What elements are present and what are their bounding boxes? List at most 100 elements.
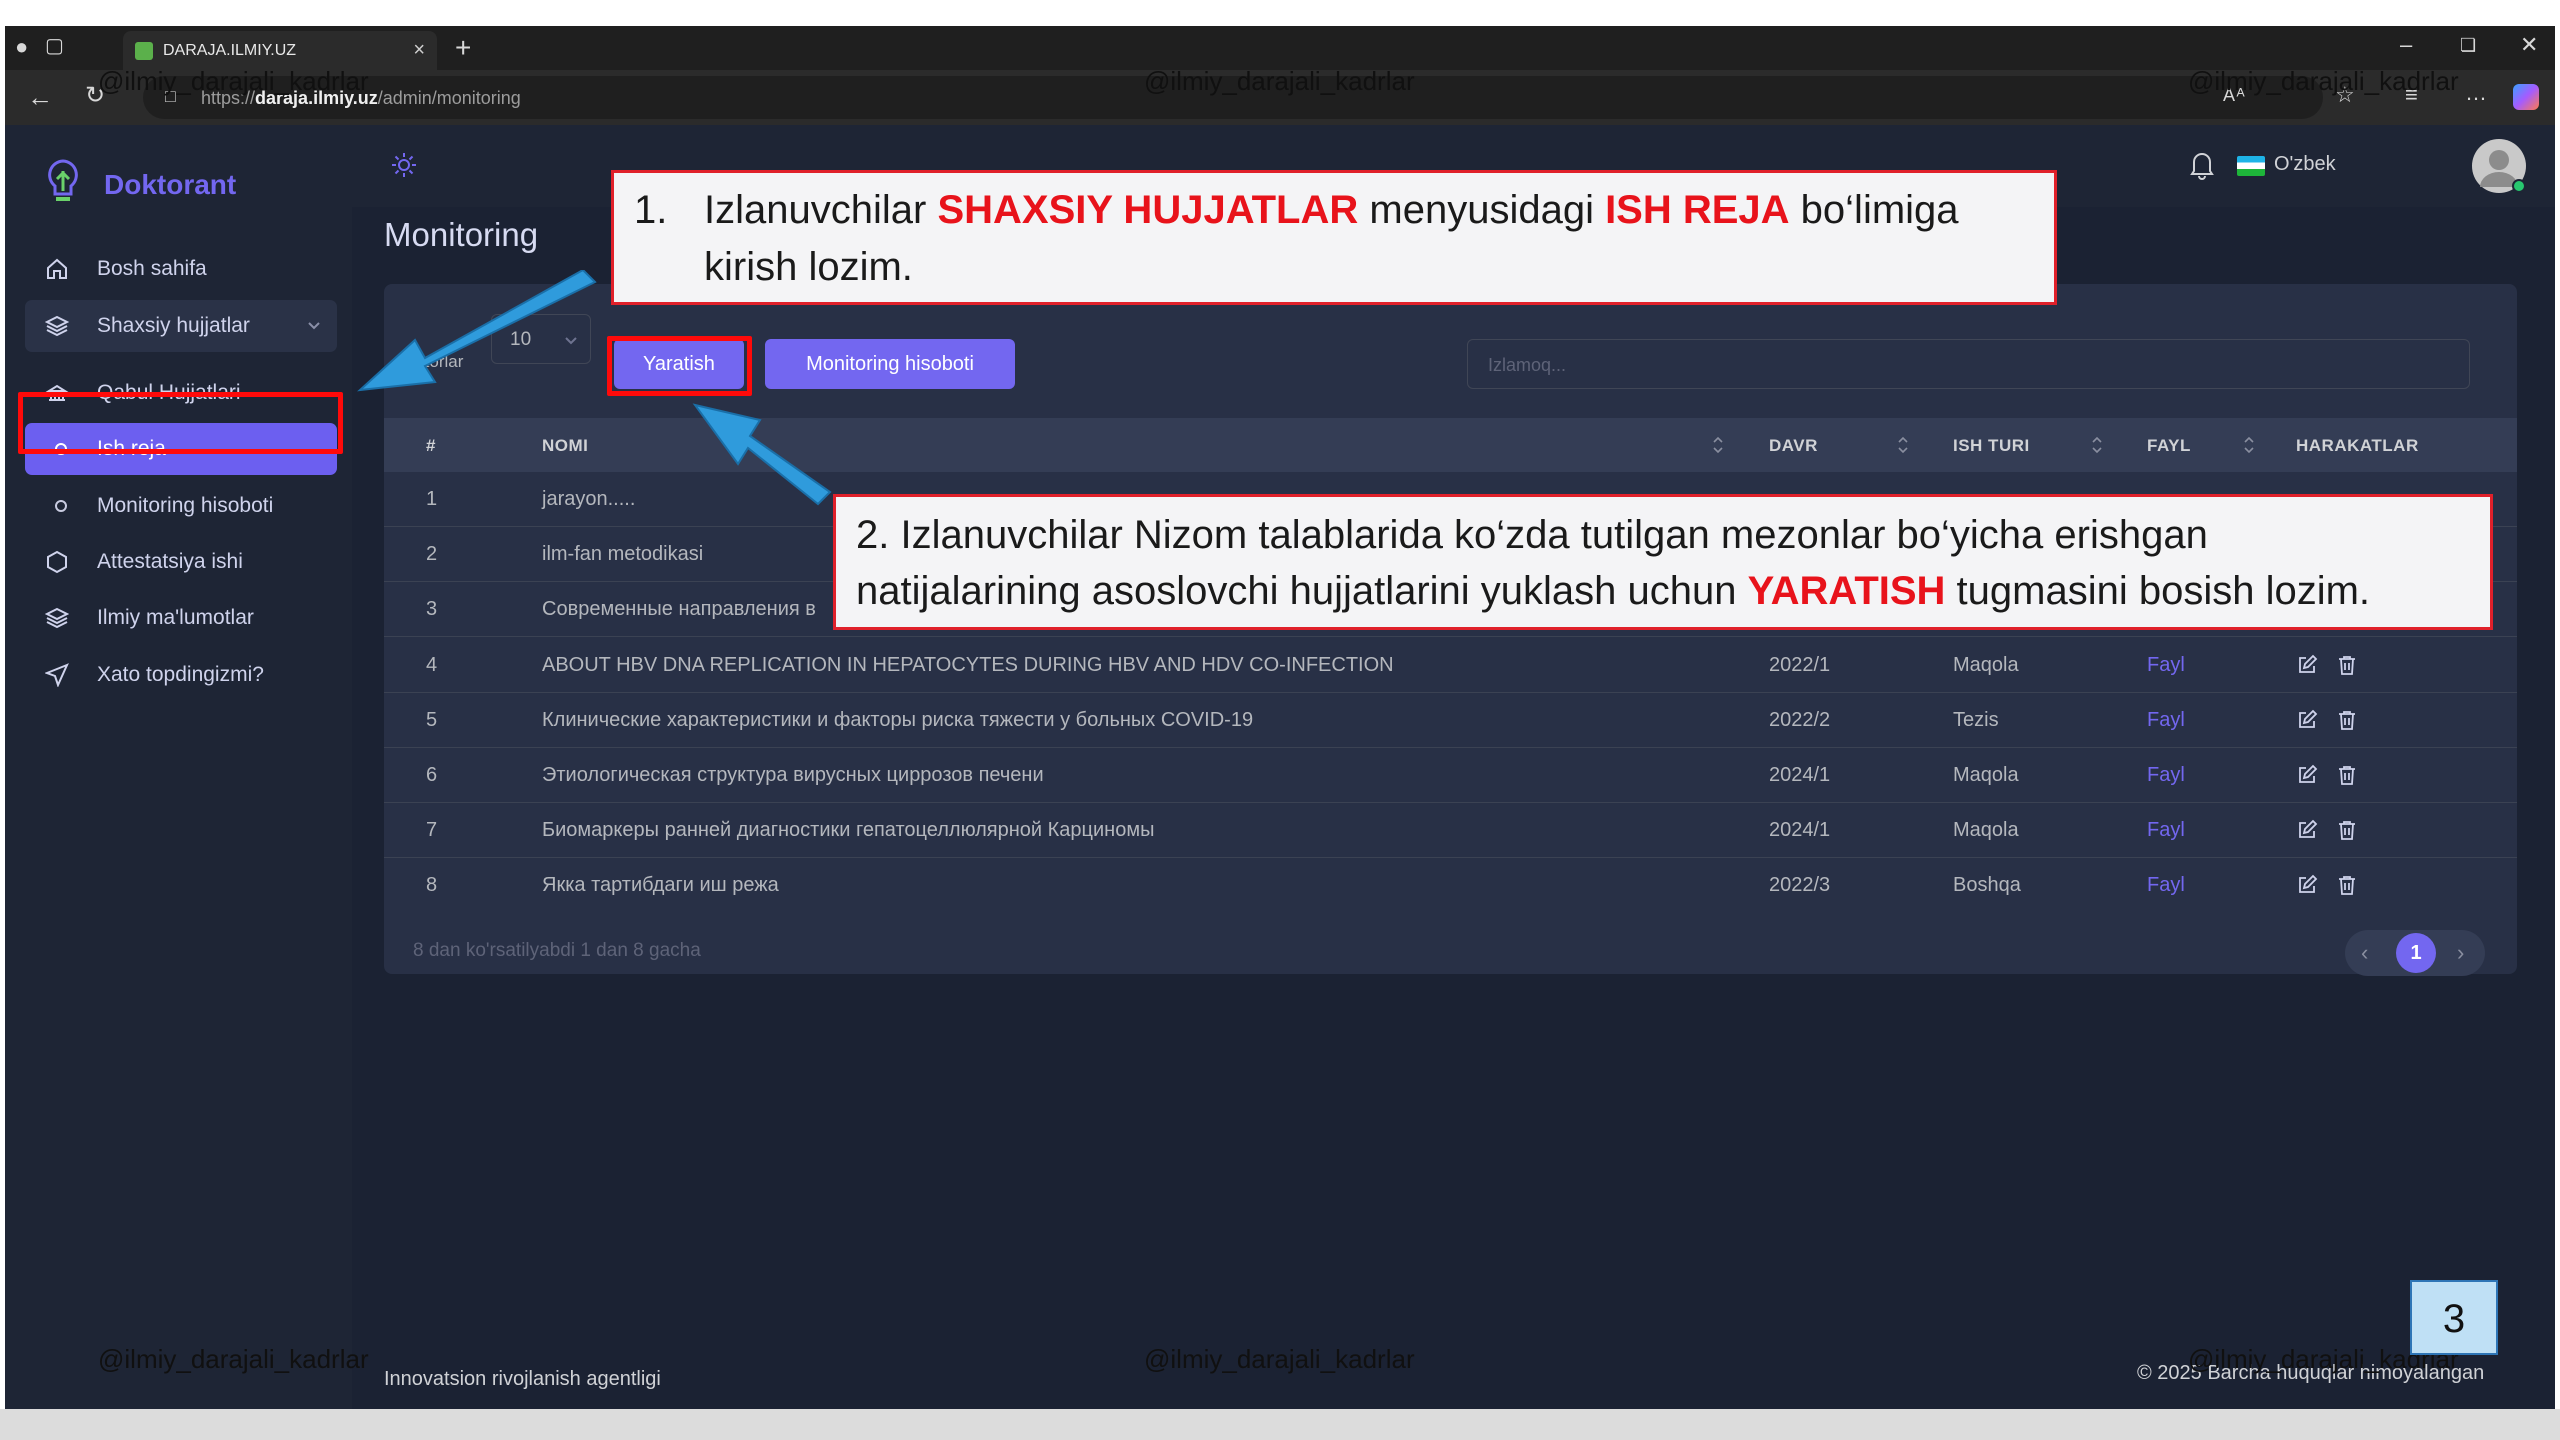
watermark: @ilmiy_darajali_kadrlar [1144,1344,1415,1374]
delete-trash-icon[interactable] [2336,819,2358,841]
table-row: 7 Биомаркеры ранней диагностики гепатоце… [384,803,2517,858]
avatar[interactable] [2472,139,2526,193]
sidebar-item-monitoring-hisoboti[interactable]: Monitoring hisoboti [25,480,337,532]
edit-icon[interactable] [2296,654,2318,676]
delete-trash-icon[interactable] [2336,874,2358,896]
tab-actions-icon[interactable]: ▢ [45,36,64,56]
column-header-fayl[interactable]: FAYL [2147,436,2191,456]
prev-page-icon[interactable]: ‹ [2361,940,2368,966]
footer-agency: Innovatsion rivojlanish agentligi [384,1368,661,1390]
table-row: 4 ABOUT HBV DNA REPLICATION IN HEPATOCYT… [384,638,2517,693]
hexagon-icon [47,550,67,574]
close-window-icon[interactable]: ✕ [2520,34,2538,56]
next-page-icon[interactable]: › [2457,940,2464,966]
brand-name: Doktorant [104,169,237,200]
row-davr: 2022/1 [1769,654,1831,676]
back-icon[interactable]: ← [27,84,53,110]
edit-icon[interactable] [2296,764,2318,786]
table-row: 6 Этиологическая структура вирусных цирр… [384,748,2517,803]
callout-2-line-1: 2. Izlanuvchilar Nizom talablarida ko‘zd… [856,513,2208,557]
row-file-link[interactable]: Fayl [2147,709,2185,732]
close-tab-icon[interactable]: × [413,39,425,62]
sidebar-item-label: Attestatsiya ishi [97,550,243,573]
tab-title: DARAJA.ILMIY.UZ [163,42,297,59]
column-header-ish-turi[interactable]: ISH TURI [1953,436,2030,456]
row-file-link[interactable]: Fayl [2147,764,2185,787]
edit-icon[interactable] [2296,874,2318,896]
row-ish-turi: Maqola [1953,764,2019,786]
row-number: 5 [426,709,438,731]
slide-bottom-margin [0,1409,2560,1440]
send-icon [45,663,69,687]
sort-icon[interactable] [2242,433,2256,457]
row-number: 1 [426,488,438,510]
row-davr: 2022/2 [1769,709,1831,731]
sidebar-item-label: Xato topdingizmi? [97,663,264,686]
theme-sun-icon[interactable] [390,151,418,179]
row-davr: 2024/1 [1769,764,1831,786]
sort-icon[interactable] [1896,433,1910,457]
layers-icon [45,315,69,337]
callout-1-number: 1. [634,188,668,232]
browser-tab[interactable]: DARAJA.ILMIY.UZ × [123,31,437,70]
delete-trash-icon[interactable] [2336,764,2358,786]
sidebar-item-attestatsiya-ishi[interactable]: Attestatsiya ishi [25,536,337,588]
brand[interactable]: Doktorant [41,157,341,207]
row-number: 3 [426,598,438,620]
sidebar-item-ilmiy-malumotlar[interactable]: Ilmiy ma'lumotlar [25,592,337,644]
callout-1-line-2: kirish lozim. [704,245,913,289]
bell-icon[interactable] [2189,150,2215,180]
row-davr: 2024/1 [1769,819,1831,841]
sort-icon[interactable] [1711,433,1725,457]
watermark: @ilmiy_darajali_kadrlar [2188,66,2459,96]
sidebar-item-bosh-sahifa[interactable]: Bosh sahifa [25,243,337,295]
sidebar-item-xato-topdingizmi[interactable]: Xato topdingizmi? [25,649,337,701]
restore-icon[interactable]: ❏ [2460,36,2476,54]
site-favicon-icon [135,42,153,60]
arrow-to-yaratish [692,403,832,506]
language-switcher[interactable]: O'zbek [2274,153,2336,176]
minimize-icon[interactable]: – [2400,34,2412,56]
sidebar-item-shaxsiy-hujjatlar[interactable]: Shaxsiy hujjatlar [25,300,337,352]
row-ish-turi: Maqola [1953,819,2019,841]
edit-icon[interactable] [2296,819,2318,841]
sidebar-item-label: Ilmiy ma'lumotlar [97,606,254,629]
copilot-icon[interactable] [2513,84,2539,110]
sort-icon[interactable] [2090,433,2104,457]
row-name: Этиологическая структура вирусных цирроз… [542,764,1044,786]
new-tab-icon[interactable]: + [455,34,471,62]
watermark: @ilmiy_darajali_kadrlar [1144,66,1415,96]
row-name: Биомаркеры ранней диагностики гепатоцелл… [542,819,1155,841]
page-1-button[interactable]: 1 [2396,933,2436,973]
row-name: Современные направления в [542,598,816,620]
row-davr: 2022/3 [1769,874,1831,896]
row-file-link[interactable]: Fayl [2147,654,2185,677]
profile-icon[interactable]: ● [15,36,28,58]
row-ish-turi: Boshqa [1953,874,2021,896]
row-number: 4 [426,654,438,676]
pagination: ‹ 1 › [2345,930,2485,976]
column-header-nomi[interactable]: NOMI [542,436,588,456]
edit-icon[interactable] [2296,709,2318,731]
table-row: 8 Якка тартибдаги иш режа 2022/3 Boshqa … [384,858,2517,913]
instruction-callout-2: 2. Izlanuvchilar Nizom talablarida ko‘zd… [833,494,2493,630]
row-file-link[interactable]: Fayl [2147,819,2185,842]
delete-trash-icon[interactable] [2336,709,2358,731]
search-input[interactable]: Izlamoq... [1467,339,2470,389]
callout-2-line-2: natijalarining asoslovchi hujjatlarini y… [856,569,2371,613]
sidebar-item-label: Shaxsiy hujjatlar [97,314,250,337]
page-title: Monitoring [384,216,539,253]
tab-bar: ● ▢ DARAJA.ILMIY.UZ × + – ❏ ✕ [5,26,2555,70]
row-name: ABOUT HBV DNA REPLICATION IN HEPATOCYTES… [542,654,1394,676]
monitoring-report-button[interactable]: Monitoring hisoboti [765,339,1015,389]
uzbek-flag-icon [2237,156,2265,176]
column-header-davr[interactable]: DAVR [1769,436,1818,456]
more-menu-icon[interactable]: … [2465,82,2487,104]
row-file-link[interactable]: Fayl [2147,874,2185,897]
row-name: Клинические характеристики и факторы рис… [542,709,1254,731]
delete-trash-icon[interactable] [2336,654,2358,676]
highlight-yaratish [607,336,752,396]
home-icon [47,258,67,279]
row-name: jarayon..... [542,488,636,510]
slide-top-margin [0,0,2560,26]
